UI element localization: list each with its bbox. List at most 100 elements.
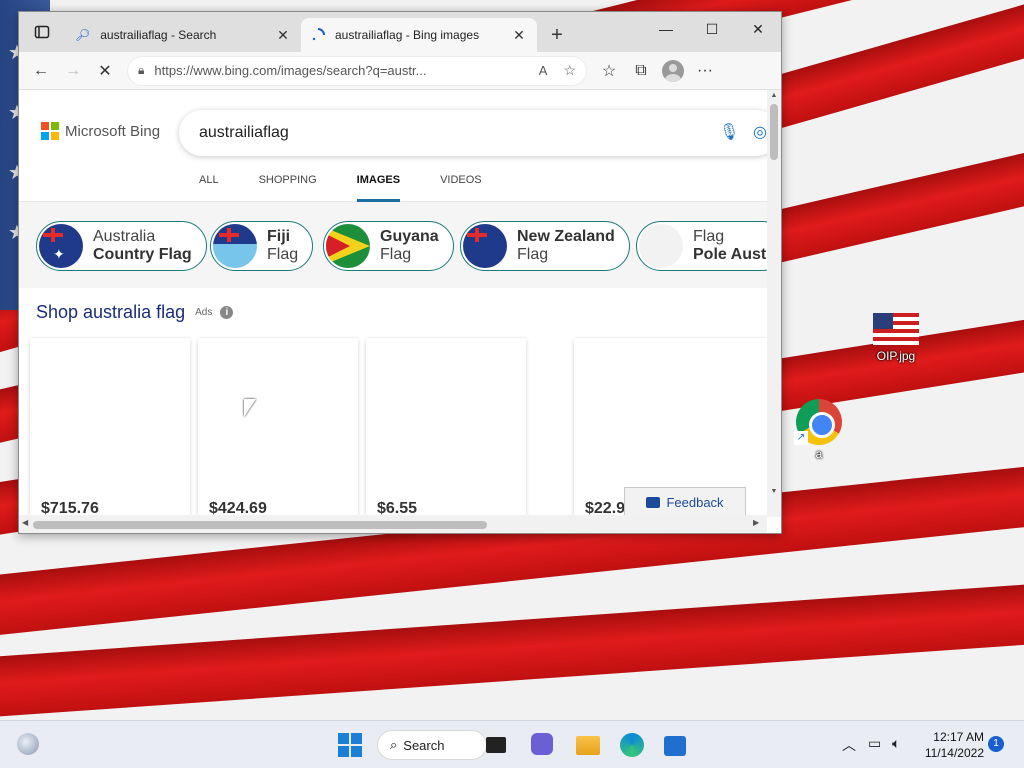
collections-icon: ⧉	[635, 61, 647, 79]
visual-search-icon[interactable]: ◎	[753, 122, 767, 142]
task-view-button[interactable]	[486, 733, 510, 757]
chip-guyana-flag[interactable]: Guyana Flag	[323, 221, 454, 271]
edge-icon	[620, 733, 644, 757]
scroll-down-icon[interactable]: ▼	[767, 488, 781, 495]
close-tab-icon[interactable]: ✕	[511, 27, 527, 44]
scroll-up-icon[interactable]: ▲	[767, 92, 781, 99]
chip-line1: Australia	[93, 228, 156, 245]
scroll-left-icon[interactable]: ◀	[22, 518, 28, 527]
tab-title: austrailiaflag - Search	[100, 28, 217, 42]
plus-icon: +	[551, 23, 563, 46]
scrollbar-thumb[interactable]	[33, 521, 487, 529]
desktop-icon-chrome[interactable]: ↗ a	[784, 399, 854, 461]
browser-window: 🔎︎ austrailiaflag - Search ✕ austrailiaf…	[18, 11, 782, 534]
tab-shopping[interactable]: SHOPPING	[259, 174, 317, 202]
store-icon	[664, 736, 686, 756]
add-favorite-icon[interactable]: ☆	[563, 62, 576, 79]
chip-line2: Flag	[380, 246, 412, 263]
volume-icon[interactable]: 🔈︎	[892, 735, 900, 752]
tab-title: austrailiaflag - Bing images	[335, 28, 480, 42]
desktop-icon-oip[interactable]: OIP.jpg	[861, 313, 931, 363]
address-bar[interactable]: 🔒︎ https://www.bing.com/images/search?q=…	[127, 55, 587, 86]
store-button[interactable]	[664, 733, 688, 757]
back-arrow-icon: ←	[33, 61, 49, 79]
tab-actions-icon	[34, 25, 50, 39]
back-button[interactable]: ←	[25, 56, 57, 86]
search-input[interactable]: austrailiaflag 🎙︎ ◎	[179, 110, 767, 156]
favorites-button[interactable]: ☆	[593, 56, 625, 86]
network-icon[interactable]: ▭	[868, 735, 881, 752]
scroll-right-icon[interactable]: ▶	[753, 518, 759, 527]
taskbar: ⌕ Search ︿ ▭ 🔈︎ 12:17 AM 11/14/2022 1	[0, 720, 1024, 768]
chip-line1: New Zealand	[517, 228, 615, 245]
tab-all[interactable]: ALL	[199, 174, 219, 202]
feedback-button[interactable]: Feedback	[624, 487, 746, 517]
guyana-flag-icon	[326, 224, 370, 268]
tab-images[interactable]: IMAGES	[356, 174, 401, 202]
minimize-button[interactable]: —	[643, 12, 689, 46]
avatar	[662, 59, 684, 82]
chat-button[interactable]	[531, 733, 555, 757]
product-card[interactable]: $715.76	[30, 338, 190, 517]
widgets-button[interactable]	[17, 733, 41, 757]
chip-flag-pole-australia[interactable]: Flag Pole Austr	[636, 221, 767, 271]
logo-text: Microsoft Bing	[65, 122, 161, 140]
chip-line2: Flag	[267, 246, 299, 263]
close-tab-icon[interactable]: ✕	[275, 27, 291, 44]
browser-toolbar: ← → ✕ 🔒︎ https://www.bing.com/images/sea…	[19, 52, 781, 90]
australia-flag-icon	[39, 224, 83, 268]
search-query: austrailiaflag	[199, 124, 289, 141]
chip-line2: Pole Austr	[693, 246, 767, 263]
tab-actions-button[interactable]	[19, 12, 65, 52]
new-tab-button[interactable]: +	[537, 18, 577, 52]
maximize-button[interactable]: ☐	[689, 12, 735, 46]
shop-title[interactable]: Shop australia flag	[36, 302, 185, 323]
search-nav-tabs: ALL SHOPPING IMAGES VIDEOS	[199, 174, 522, 202]
product-card[interactable]: $6.55	[366, 338, 526, 517]
horizontal-scrollbar[interactable]: ◀ ▶	[19, 515, 767, 533]
profile-button[interactable]	[657, 56, 689, 86]
minimize-icon: —	[659, 21, 673, 37]
chip-australia-country-flag[interactable]: Australia Country Flag	[36, 221, 207, 271]
bing-logo[interactable]: Microsoft Bing	[41, 122, 160, 140]
show-hidden-icons-button[interactable]: ︿	[842, 735, 856, 755]
tab-bing-images[interactable]: austrailiaflag - Bing images ✕	[301, 18, 537, 52]
tab-search[interactable]: 🔎︎ austrailiaflag - Search ✕	[65, 18, 301, 52]
flag-pole-thumbnail	[639, 224, 683, 268]
taskbar-search-button[interactable]: ⌕ Search	[377, 730, 487, 760]
chip-fiji-flag[interactable]: Fiji Flag	[210, 221, 314, 271]
start-button[interactable]	[338, 733, 362, 757]
vertical-scrollbar[interactable]: ▲ ▼	[767, 90, 781, 517]
notification-badge[interactable]: 1	[988, 736, 1004, 752]
edge-button[interactable]	[620, 733, 644, 757]
chat-icon	[531, 733, 553, 755]
file-explorer-button[interactable]	[576, 733, 600, 757]
chip-line1: Guyana	[380, 228, 439, 245]
desktop-icon-label: a	[815, 447, 823, 461]
info-icon[interactable]: i	[220, 306, 234, 319]
tab-videos[interactable]: VIDEOS	[440, 174, 482, 202]
scrollbar-thumb[interactable]	[770, 104, 778, 160]
forward-arrow-icon: →	[65, 61, 81, 79]
chip-line2: Country Flag	[93, 246, 192, 263]
ads-label: Ads	[195, 307, 213, 318]
read-aloud-icon[interactable]: A	[539, 63, 548, 78]
folder-icon	[576, 736, 600, 755]
clock-date: 11/14/2022	[924, 746, 984, 760]
maximize-icon: ☐	[705, 20, 719, 37]
page-viewport: Microsoft Bing austrailiaflag 🎙︎ ◎ ALL S…	[19, 90, 767, 517]
image-file-icon	[873, 313, 919, 345]
settings-menu-button[interactable]: ···	[689, 56, 721, 86]
address-url: https://www.bing.com/images/search?q=aus…	[154, 63, 427, 78]
microphone-icon[interactable]: 🎙︎	[719, 122, 739, 142]
stop-button[interactable]: ✕	[89, 56, 121, 86]
chip-new-zealand-flag[interactable]: New Zealand Flag	[460, 221, 630, 271]
taskbar-clock[interactable]: 12:17 AM 11/14/2022	[920, 729, 984, 761]
feedback-icon	[646, 496, 661, 508]
product-card[interactable]: $424.69	[198, 338, 358, 517]
tab-strip: 🔎︎ austrailiaflag - Search ✕ austrailiaf…	[19, 12, 781, 52]
collections-button[interactable]: ⧉	[625, 56, 657, 86]
feedback-label: Feedback	[666, 494, 724, 510]
forward-button[interactable]: →	[57, 56, 89, 86]
close-window-button[interactable]: ✕	[735, 12, 781, 46]
